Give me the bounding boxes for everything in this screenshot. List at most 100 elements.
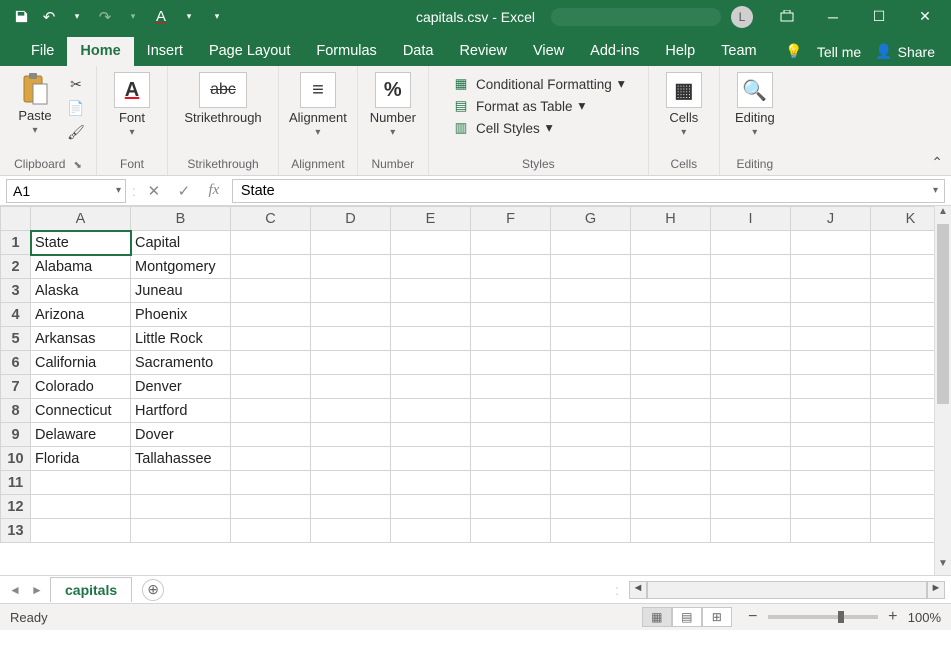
redo-button[interactable]: ↷ [92, 4, 118, 30]
cell-C5[interactable] [231, 327, 311, 351]
avatar[interactable]: L [731, 6, 753, 28]
tab-page-layout[interactable]: Page Layout [196, 37, 303, 66]
cell-H12[interactable] [631, 495, 711, 519]
cell-C3[interactable] [231, 279, 311, 303]
cell-F10[interactable] [471, 447, 551, 471]
cell-J2[interactable] [791, 255, 871, 279]
cell-F2[interactable] [471, 255, 551, 279]
cell-A6[interactable]: California [31, 351, 131, 375]
cell-F12[interactable] [471, 495, 551, 519]
formula-input[interactable]: State ▾ [232, 179, 945, 203]
column-header-B[interactable]: B [131, 207, 231, 231]
cell-B3[interactable]: Juneau [131, 279, 231, 303]
cell-B1[interactable]: Capital [131, 231, 231, 255]
cell-A4[interactable]: Arizona [31, 303, 131, 327]
number-button[interactable]: % Number ▾ [368, 72, 418, 138]
cell-J13[interactable] [791, 519, 871, 543]
cell-E8[interactable] [391, 399, 471, 423]
scroll-down-arrow[interactable]: ▼ [935, 558, 951, 575]
horizontal-scrollbar[interactable]: : ◄ ► [615, 581, 945, 599]
cell-F1[interactable] [471, 231, 551, 255]
cell-G4[interactable] [551, 303, 631, 327]
row-header-4[interactable]: 4 [1, 303, 31, 327]
row-header-5[interactable]: 5 [1, 327, 31, 351]
cell-D11[interactable] [311, 471, 391, 495]
cell-I2[interactable] [711, 255, 791, 279]
cell-B10[interactable]: Tallahassee [131, 447, 231, 471]
cell-E11[interactable] [391, 471, 471, 495]
cell-D7[interactable] [311, 375, 391, 399]
cell-J3[interactable] [791, 279, 871, 303]
cell-H9[interactable] [631, 423, 711, 447]
cell-D5[interactable] [311, 327, 391, 351]
cell-D12[interactable] [311, 495, 391, 519]
cancel-formula-button[interactable]: ✕ [142, 182, 166, 200]
cell-D2[interactable] [311, 255, 391, 279]
cell-I1[interactable] [711, 231, 791, 255]
cell-I3[interactable] [711, 279, 791, 303]
cell-E3[interactable] [391, 279, 471, 303]
cell-G5[interactable] [551, 327, 631, 351]
row-header-11[interactable]: 11 [1, 471, 31, 495]
cell-F7[interactable] [471, 375, 551, 399]
tab-add-ins[interactable]: Add-ins [577, 37, 652, 66]
cell-B5[interactable]: Little Rock [131, 327, 231, 351]
tell-me-button[interactable]: Tell me [817, 44, 861, 60]
cell-C4[interactable] [231, 303, 311, 327]
cell-A11[interactable] [31, 471, 131, 495]
cell-C8[interactable] [231, 399, 311, 423]
cell-G6[interactable] [551, 351, 631, 375]
undo-button[interactable]: ↶ [36, 4, 62, 30]
row-header-10[interactable]: 10 [1, 447, 31, 471]
share-button[interactable]: 👤 Share [875, 43, 935, 60]
cell-D4[interactable] [311, 303, 391, 327]
cell-B2[interactable]: Montgomery [131, 255, 231, 279]
cell-E5[interactable] [391, 327, 471, 351]
scroll-thumb[interactable] [937, 224, 949, 404]
cell-J9[interactable] [791, 423, 871, 447]
select-all-corner[interactable] [1, 207, 31, 231]
cell-B9[interactable]: Dover [131, 423, 231, 447]
qat-customize[interactable]: ▾ [204, 4, 230, 30]
ribbon-display-options[interactable] [765, 0, 809, 33]
cell-B8[interactable]: Hartford [131, 399, 231, 423]
row-header-3[interactable]: 3 [1, 279, 31, 303]
cell-H5[interactable] [631, 327, 711, 351]
cell-J8[interactable] [791, 399, 871, 423]
cell-J10[interactable] [791, 447, 871, 471]
page-layout-view-button[interactable]: ▤ [672, 607, 702, 627]
cell-B11[interactable] [131, 471, 231, 495]
cell-C2[interactable] [231, 255, 311, 279]
cell-I10[interactable] [711, 447, 791, 471]
scroll-up-arrow[interactable]: ▲ [935, 206, 951, 223]
cell-G11[interactable] [551, 471, 631, 495]
close-button[interactable]: ✕ [903, 0, 947, 33]
row-header-8[interactable]: 8 [1, 399, 31, 423]
zoom-slider-thumb[interactable] [838, 611, 844, 623]
cell-G12[interactable] [551, 495, 631, 519]
enter-formula-button[interactable]: ✓ [172, 182, 196, 200]
cell-I6[interactable] [711, 351, 791, 375]
conditional-formatting-button[interactable]: ▦Conditional Formatting ▾ [452, 76, 625, 92]
cell-G10[interactable] [551, 447, 631, 471]
cell-G2[interactable] [551, 255, 631, 279]
cell-A12[interactable] [31, 495, 131, 519]
cell-F5[interactable] [471, 327, 551, 351]
save-icon[interactable] [8, 4, 34, 30]
cell-B6[interactable]: Sacramento [131, 351, 231, 375]
name-box[interactable]: A1 ▾ [6, 179, 126, 203]
cell-J1[interactable] [791, 231, 871, 255]
cell-H2[interactable] [631, 255, 711, 279]
cell-D13[interactable] [311, 519, 391, 543]
cell-E9[interactable] [391, 423, 471, 447]
cell-D8[interactable] [311, 399, 391, 423]
cell-E12[interactable] [391, 495, 471, 519]
add-sheet-button[interactable]: ⊕ [142, 579, 164, 601]
cell-I9[interactable] [711, 423, 791, 447]
cell-F9[interactable] [471, 423, 551, 447]
undo-dropdown[interactable]: ▾ [64, 4, 90, 30]
column-header-I[interactable]: I [711, 207, 791, 231]
column-header-J[interactable]: J [791, 207, 871, 231]
sheet-tab-capitals[interactable]: capitals [50, 577, 132, 602]
cell-B12[interactable] [131, 495, 231, 519]
